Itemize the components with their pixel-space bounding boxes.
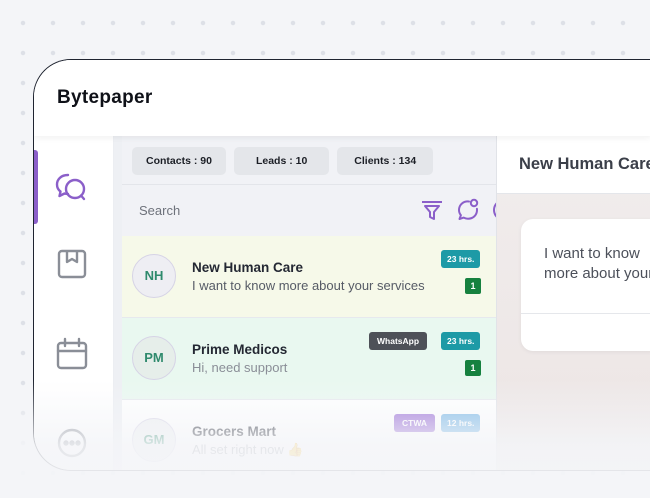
conversation-name: Grocers Mart — [192, 424, 277, 439]
app-window: Bytepaper Contacts: 90 Leads: 10 Clien… — [33, 59, 650, 471]
leads-count-chip[interactable]: Leads : 10 — [233, 147, 330, 175]
bubble-divider — [521, 313, 650, 314]
new-conversation-icon[interactable] — [455, 197, 481, 223]
chat-panel: New Human Care I want to know more about… — [496, 136, 650, 470]
sidebar-active-indicator — [34, 150, 38, 224]
conversation-item[interactable]: PM Prime Medicos Hi, need support WhatsA… — [122, 318, 496, 400]
conversation-preview: All set right now 👍 — [192, 442, 304, 457]
search-input[interactable]: Search — [139, 203, 180, 218]
more-icon[interactable] — [54, 425, 90, 461]
bookmark-box-icon[interactable] — [54, 246, 90, 282]
contacts-count-chip[interactable]: Contacts : 90 — [132, 147, 226, 175]
conversation-list-panel: Contacts : 90 Leads : 10 Clients : 134 S… — [122, 136, 496, 470]
conversation-item[interactable]: GM Grocers Mart All set right now 👍 CTWA… — [122, 400, 496, 470]
chat-contact-name: New Human Care — [519, 155, 650, 173]
clients-count-chip[interactable]: Clients : 134 — [337, 147, 434, 175]
unread-count-badge: 1 — [465, 278, 481, 294]
conversation-preview: Hi, need support — [192, 360, 288, 375]
chat-header: New Human Care — [497, 136, 650, 194]
message-bubble: I want to know more about your services — [521, 219, 650, 351]
time-badge: 12 hrs. — [441, 414, 481, 432]
top-bar: Bytepaper — [34, 60, 650, 136]
unread-count-badge: 1 — [465, 360, 481, 376]
avatar: GM — [132, 418, 176, 462]
conversation-name: New Human Care — [192, 260, 304, 275]
conversation-name: Prime Medicos — [192, 342, 288, 357]
channel-badge: CTWA — [394, 414, 436, 432]
sidebar — [34, 136, 114, 470]
time-badge: 23 hrs. — [441, 332, 481, 350]
avatar: PM — [132, 336, 176, 380]
avatar: NH — [132, 254, 176, 298]
time-badge: 23 hrs. — [441, 250, 481, 268]
chat-bubbles-icon[interactable] — [54, 169, 90, 205]
conversation-item[interactable]: NH New Human Care I want to know more ab… — [122, 236, 496, 318]
filter-icon[interactable] — [419, 197, 445, 223]
search-bar: Search — [122, 184, 496, 236]
brand-logo: Bytepaper — [57, 87, 153, 108]
message-text: I want to know more about your services — [544, 245, 650, 286]
channel-badge: WhatsApp — [369, 332, 428, 350]
calendar-icon[interactable] — [54, 336, 90, 372]
sidebar-gutter — [114, 136, 122, 470]
stats-row: Contacts : 90 Leads : 10 Clients : 134 — [132, 147, 434, 175]
conversation-preview: I want to know more about your services — [192, 278, 425, 293]
